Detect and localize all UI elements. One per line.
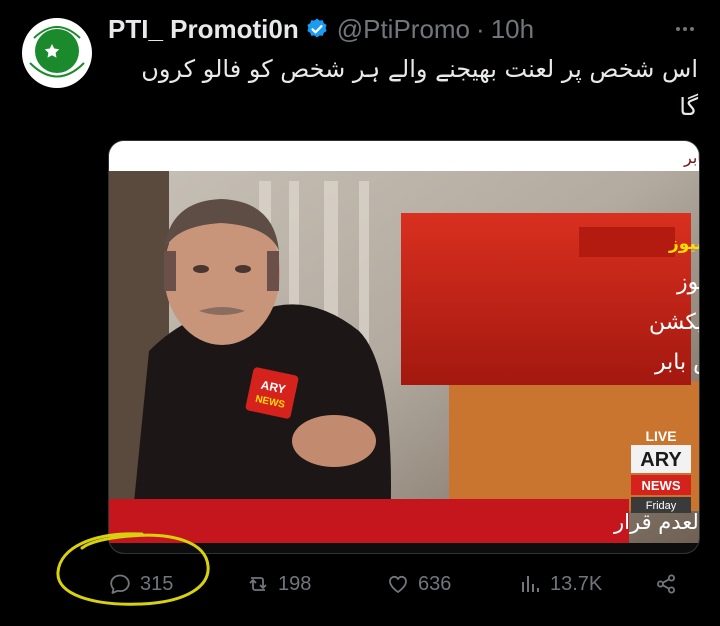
news-screenshot-image: ARY NEWS پی ٹی آئی رہنماؤں سے مشاورت کی … [109, 141, 699, 553]
ticker-bottom-text: پی ٹی آئی انٹرا پارٹی الیکشن کالعدم قرار [613, 509, 699, 534]
views-button[interactable]: 13.7K [518, 566, 602, 602]
breaking-news-label: بریکنگ نیوز [668, 233, 699, 254]
like-button[interactable]: 636 [386, 566, 451, 602]
like-icon [389, 575, 407, 593]
tweet-media[interactable]: ARY NEWS پی ٹی آئی رہنماؤں سے مشاورت کی … [108, 140, 700, 554]
reply-button[interactable]: 315 [108, 566, 173, 602]
reply-count: 315 [140, 572, 174, 595]
breaking-line-3: دیں گے، اکبر ایس بابر [654, 349, 699, 375]
ticker-top-text: پی ٹی آئی رہنماؤں سے مشاورت کی جائے گی، … [683, 148, 699, 168]
more-options-button[interactable] [670, 16, 700, 42]
reply-icon [110, 574, 130, 594]
share-icon [657, 574, 675, 594]
channel-logo: ARY [640, 449, 682, 471]
tweet-header: PTI_ Promoti0n @PtiPromo · 10h [108, 12, 534, 46]
avatar[interactable] [22, 18, 92, 88]
pti-logo-icon [23, 19, 91, 87]
user-handle[interactable]: @PtiPromo [337, 14, 470, 45]
channel-news-label: NEWS [642, 478, 681, 493]
display-name[interactable]: PTI_ Promoti0n [108, 14, 299, 45]
tweet-actions: 315 198 636 13.7K [108, 566, 700, 602]
retweet-icon [249, 577, 267, 591]
share-button[interactable] [654, 566, 686, 602]
breaking-line-1: پی ٹی آئی ورکرز کنفیوز [676, 268, 699, 295]
views-icon [522, 576, 539, 592]
timestamp[interactable]: 10h [491, 14, 534, 45]
live-label: LIVE [645, 428, 676, 444]
breaking-line-2: ہیں، ان کو ڈائریکشن [649, 310, 699, 335]
separator-dot: · [476, 13, 485, 44]
like-count: 636 [418, 572, 452, 595]
verified-badge-icon [307, 18, 327, 38]
views-count: 13.7K [550, 572, 603, 595]
retweet-count: 198 [278, 572, 312, 595]
tweet-text: اس شخص پر لعنت بھیجنے والے ہر شخص کو فال… [141, 55, 698, 121]
more-options-icon [676, 27, 694, 31]
retweet-button[interactable]: 198 [246, 566, 311, 602]
